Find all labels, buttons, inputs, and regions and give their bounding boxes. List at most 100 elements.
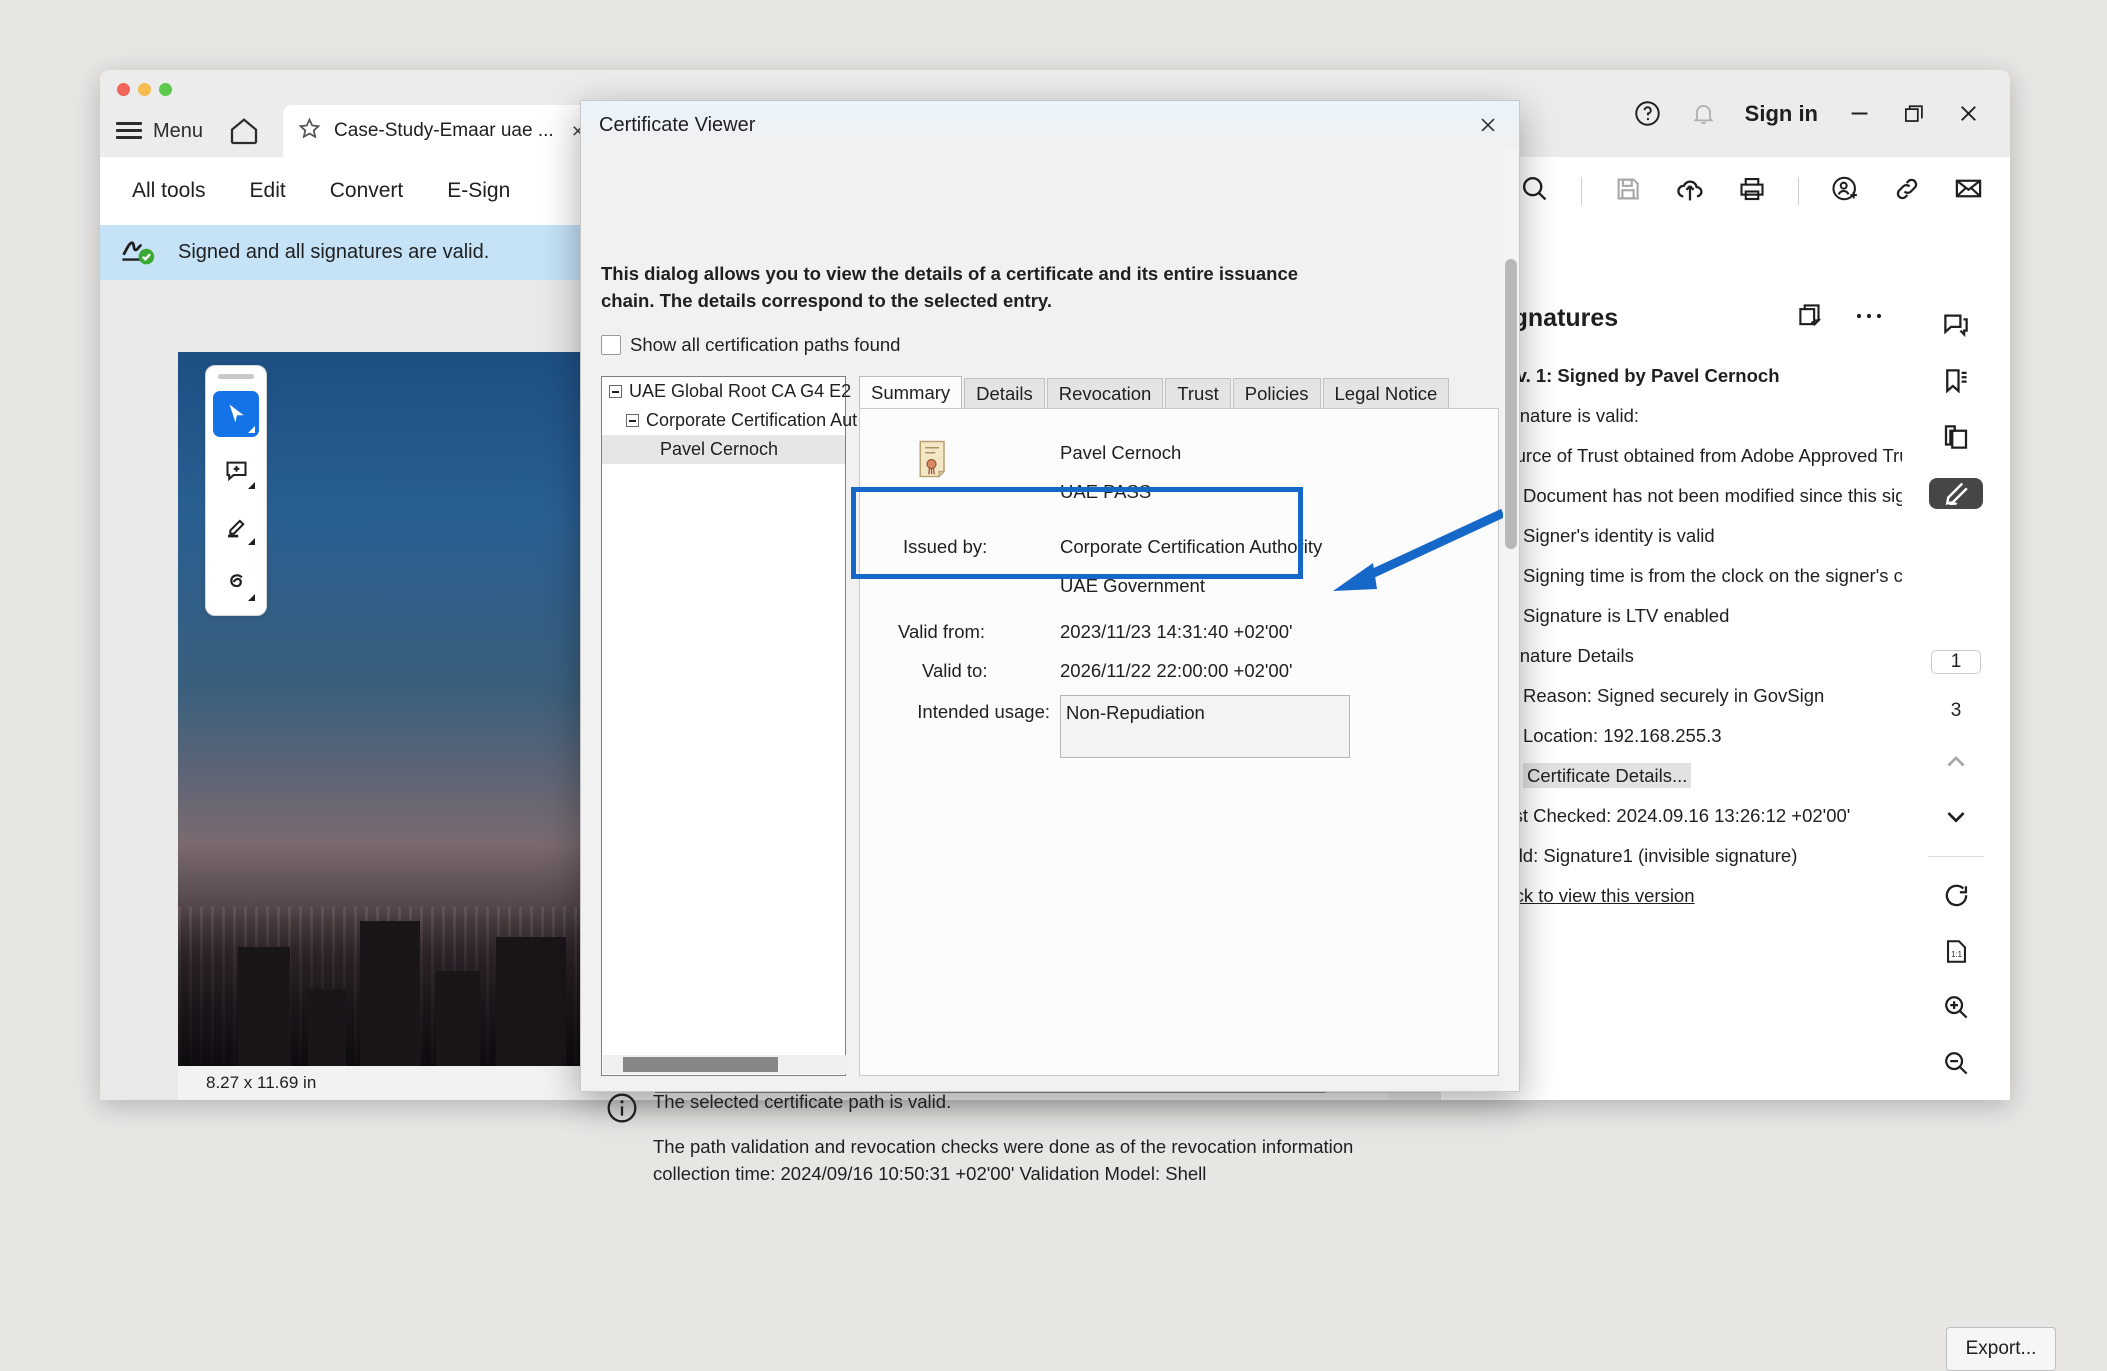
issued-by-value-line1: Corporate Certification Authority (1060, 536, 1322, 558)
page-number-value: 1 (1951, 651, 1962, 673)
tree-collapse-icon[interactable] (609, 385, 622, 398)
sign-in-button[interactable]: Sign in (1745, 101, 1818, 127)
tab-policies[interactable]: Policies (1233, 378, 1321, 409)
select-tool-button[interactable] (213, 391, 259, 437)
tab-revocation[interactable]: Revocation (1047, 378, 1164, 409)
show-all-paths-label: Show all certification paths found (630, 334, 900, 356)
chevron-down-icon[interactable] (1929, 802, 1983, 830)
certificate-path-status-detail: The path validation and revocation check… (653, 1134, 1413, 1188)
certificate-dialog-titlebar: Certificate Viewer (581, 101, 1519, 149)
search-icon[interactable] (1519, 173, 1550, 209)
tree-node-label: Pavel Cernoch (660, 439, 778, 460)
rotate-icon[interactable] (1929, 882, 1983, 911)
certificate-dialog-title: Certificate Viewer (599, 114, 755, 137)
certificate-path-status: The selected certificate path is valid. (653, 1091, 951, 1113)
certificate-dialog-close-icon[interactable] (1471, 110, 1505, 140)
draw-caret-icon[interactable] (248, 594, 255, 601)
hamburger-menu-icon[interactable] (116, 122, 142, 140)
tree-node-label: Corporate Certification Aut (646, 410, 857, 431)
issued-by-value-line2: UAE Government (1060, 575, 1205, 597)
comment-icon[interactable] (1929, 310, 1983, 340)
minimize-icon[interactable] (1846, 100, 1873, 127)
tree-node-leaf-selected[interactable]: Pavel Cernoch (602, 435, 845, 464)
export-button[interactable]: Export... (1946, 1327, 2056, 1371)
certificate-seal-icon (915, 439, 953, 484)
zoom-out-icon[interactable] (1929, 1048, 1983, 1078)
valid-to-label: Valid to: (922, 660, 987, 682)
signature-valid-icon (120, 234, 156, 271)
tab-summary[interactable]: Summary (859, 376, 962, 409)
window-close-button[interactable] (117, 83, 130, 96)
add-person-icon[interactable] (1830, 173, 1861, 209)
tab-legal-notice[interactable]: Legal Notice (1323, 378, 1450, 409)
signature-row-label: Reason: Signed securely in GovSign (1523, 685, 1824, 706)
page-number-input[interactable]: 1 (1931, 650, 1981, 674)
certificate-viewer-dialog: Certificate Viewer This dialog allows yo… (580, 100, 1520, 1092)
highlight-tool-button[interactable] (213, 503, 259, 549)
restore-icon[interactable] (1901, 101, 1927, 127)
upload-cloud-icon[interactable] (1674, 173, 1706, 210)
document-tab-title: Case-Study-Emaar uae ... (334, 120, 554, 142)
signature-row-label: Signer's identity is valid (1523, 525, 1715, 546)
chevron-up-icon[interactable] (1929, 748, 1983, 776)
fit-page-icon[interactable]: 1:1 (1929, 937, 1983, 966)
field-label: Field: Signature1 (invisible signature) (1493, 845, 1797, 866)
valid-from-value: 2023/11/23 14:31:40 +02'00' (1060, 621, 1293, 643)
mail-icon[interactable] (1953, 173, 1984, 209)
page-total-label: 3 (1951, 700, 1962, 722)
show-all-paths-row[interactable]: Show all certification paths found (601, 334, 900, 356)
notifications-bell-icon[interactable] (1690, 100, 1717, 127)
tab-details[interactable]: Details (964, 378, 1045, 409)
toolbar-divider-2 (1798, 177, 1799, 205)
save-icon[interactable] (1613, 174, 1643, 209)
pointer-arrow-annotation (1325, 505, 1505, 595)
certificate-tabs: Summary Details Revocation Trust Policie… (859, 376, 1499, 409)
signature-row-label: Location: 192.168.255.3 (1523, 725, 1722, 746)
toolbar-menu-all-tools[interactable]: All tools (132, 179, 206, 203)
last-checked-label: Last Checked: 2024.09.16 13:26:12 +02'00… (1493, 805, 1850, 826)
subject-name: Pavel Cernoch (1060, 442, 1181, 464)
toolbar-menu-esign[interactable]: E-Sign (447, 179, 510, 203)
zoom-in-icon[interactable] (1929, 992, 1983, 1022)
tree-collapse-icon[interactable] (626, 414, 639, 427)
window-maximize-button[interactable] (159, 83, 172, 96)
help-icon[interactable] (1633, 99, 1662, 128)
toolbar-drag-handle[interactable] (218, 374, 254, 379)
tree-node-intermediate[interactable]: Corporate Certification Aut (602, 406, 845, 435)
certificate-chain-tree[interactable]: UAE Global Root CA G4 E2 Corporate Certi… (601, 376, 846, 1076)
link-icon[interactable] (1892, 174, 1922, 209)
right-icon-rail: 1 3 1:1 (1902, 280, 2010, 1078)
sign-icon[interactable] (1929, 478, 1983, 509)
star-icon[interactable] (297, 116, 322, 146)
toolbar-menu-edit[interactable]: Edit (250, 179, 286, 203)
document-tab[interactable]: Case-Study-Emaar uae ... × (283, 105, 598, 157)
menu-label[interactable]: Menu (153, 120, 203, 143)
tree-node-root[interactable]: UAE Global Root CA G4 E2 (602, 377, 845, 406)
signature-row-label: Signature is LTV enabled (1523, 605, 1729, 626)
window-minimize-button[interactable] (138, 83, 151, 96)
close-icon[interactable] (1955, 100, 1982, 127)
signature-revision-label: Rev. 1: Signed by Pavel Cernoch (1493, 365, 1780, 386)
more-options-icon[interactable] (1854, 309, 1884, 327)
bookmark-icon[interactable] (1929, 366, 1983, 396)
add-comment-tool-button[interactable] (213, 447, 259, 493)
signature-row-label: Signing time is from the clock on the si… (1523, 565, 1902, 586)
add-comment-caret-icon[interactable] (248, 482, 255, 489)
certificate-dialog-scrollbar-thumb[interactable] (1505, 259, 1517, 549)
info-icon (605, 1091, 639, 1130)
certificate-dialog-scrollbar[interactable] (1503, 149, 1519, 1091)
draw-tool-button[interactable] (213, 559, 259, 605)
tab-trust[interactable]: Trust (1165, 378, 1230, 409)
toolbar-menu-convert[interactable]: Convert (330, 179, 404, 203)
home-icon[interactable] (227, 115, 261, 147)
print-icon[interactable] (1737, 174, 1767, 209)
tree-node-label: UAE Global Root CA G4 E2 (629, 381, 851, 402)
tree-scrollbar-thumb[interactable] (623, 1057, 778, 1072)
pages-icon[interactable] (1929, 422, 1983, 452)
show-all-paths-checkbox[interactable] (601, 335, 621, 355)
tree-horizontal-scrollbar[interactable] (603, 1055, 846, 1074)
signature-row-label: Document has not been modified since thi… (1523, 485, 1902, 506)
validate-all-icon[interactable] (1796, 301, 1826, 336)
highlight-caret-icon[interactable] (248, 538, 255, 545)
select-tool-caret-icon[interactable] (248, 426, 255, 433)
